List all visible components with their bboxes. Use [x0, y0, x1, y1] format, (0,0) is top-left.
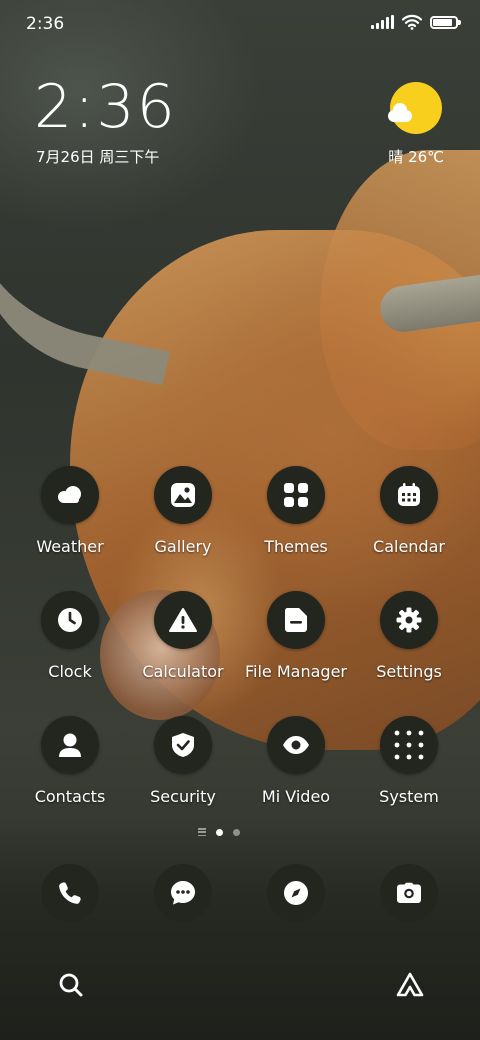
gallery-icon: [154, 466, 212, 524]
camera-icon: [380, 864, 438, 922]
app-label: Calendar: [373, 537, 445, 556]
dock-messages[interactable]: [128, 864, 238, 922]
app-vault-icon[interactable]: [396, 972, 424, 998]
wifi-icon: [402, 14, 422, 30]
weather-widget[interactable]: [386, 82, 446, 134]
shield-icon: [154, 716, 212, 774]
sunny-weather-icon: [388, 82, 442, 134]
app-file-manager[interactable]: File Manager: [241, 591, 351, 681]
app-label: Settings: [376, 662, 442, 681]
app-label: Calculator: [142, 662, 224, 681]
app-label: File Manager: [245, 662, 347, 681]
phone-icon: [41, 864, 99, 922]
eye-icon: [267, 716, 325, 774]
signal-icon: [371, 15, 394, 29]
themes-icon: [267, 466, 325, 524]
compass-icon: [267, 864, 325, 922]
battery-icon: [430, 15, 461, 29]
app-gallery[interactable]: Gallery: [128, 466, 238, 556]
calendar-icon: [380, 466, 438, 524]
dock-browser[interactable]: [241, 864, 351, 922]
app-label: Weather: [36, 537, 104, 556]
app-label: Themes: [264, 537, 328, 556]
app-themes[interactable]: Themes: [241, 466, 351, 556]
app-label: Gallery: [154, 537, 212, 556]
status-time: 2:36: [26, 14, 65, 34]
app-label: Mi Video: [261, 787, 331, 806]
app-calendar[interactable]: Calendar: [354, 466, 464, 556]
dock-camera[interactable]: [354, 864, 464, 922]
app-label: Security: [150, 787, 216, 806]
clock-widget-date[interactable]: 7月26日 周三下午: [36, 146, 159, 167]
calculator-icon: [154, 591, 212, 649]
message-icon: [154, 864, 212, 922]
app-clock[interactable]: Clock: [15, 591, 125, 681]
bottom-bar: [0, 958, 480, 1008]
app-calculator[interactable]: Calculator: [128, 591, 238, 681]
weather-widget-text[interactable]: 晴 26℃: [388, 146, 444, 167]
app-system-folder[interactable]: System: [354, 716, 464, 806]
app-label: System: [379, 787, 439, 806]
dock-phone[interactable]: [15, 864, 125, 922]
folder-grid-icon: [380, 716, 438, 774]
clock-icon: [41, 591, 99, 649]
app-label: Contacts: [34, 787, 106, 806]
app-settings[interactable]: Settings: [354, 591, 464, 681]
app-contacts[interactable]: Contacts: [15, 716, 125, 806]
status-bar: 2:36: [0, 0, 480, 50]
list-view-icon: [198, 828, 206, 836]
app-weather[interactable]: Weather: [15, 466, 125, 556]
page-dot[interactable]: [233, 828, 240, 836]
search-icon[interactable]: [58, 972, 84, 998]
clock-widget-time[interactable]: 2:36: [34, 72, 177, 142]
status-icons: [371, 14, 461, 30]
gear-icon: [380, 591, 438, 649]
weather-icon: [41, 466, 99, 524]
app-mi-video[interactable]: Mi Video: [241, 716, 351, 806]
file-manager-icon: [267, 591, 325, 649]
app-label: Clock: [48, 662, 92, 681]
page-indicator[interactable]: [198, 828, 240, 836]
contacts-icon: [41, 716, 99, 774]
page-dot-active[interactable]: [216, 828, 223, 836]
app-security[interactable]: Security: [128, 716, 238, 806]
